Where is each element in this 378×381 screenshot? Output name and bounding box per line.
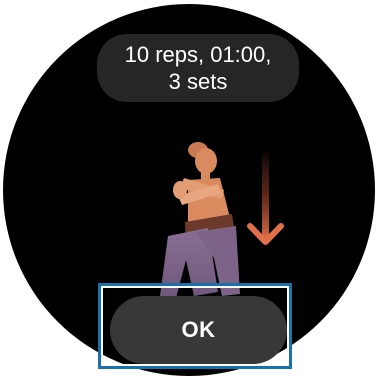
arrow-down-icon <box>247 150 284 245</box>
figure-legs <box>160 226 240 298</box>
figure-head <box>188 142 217 180</box>
watch-screen: 10 reps, 01:00, 3 sets OK <box>0 0 378 381</box>
ok-button[interactable]: OK <box>110 296 287 364</box>
